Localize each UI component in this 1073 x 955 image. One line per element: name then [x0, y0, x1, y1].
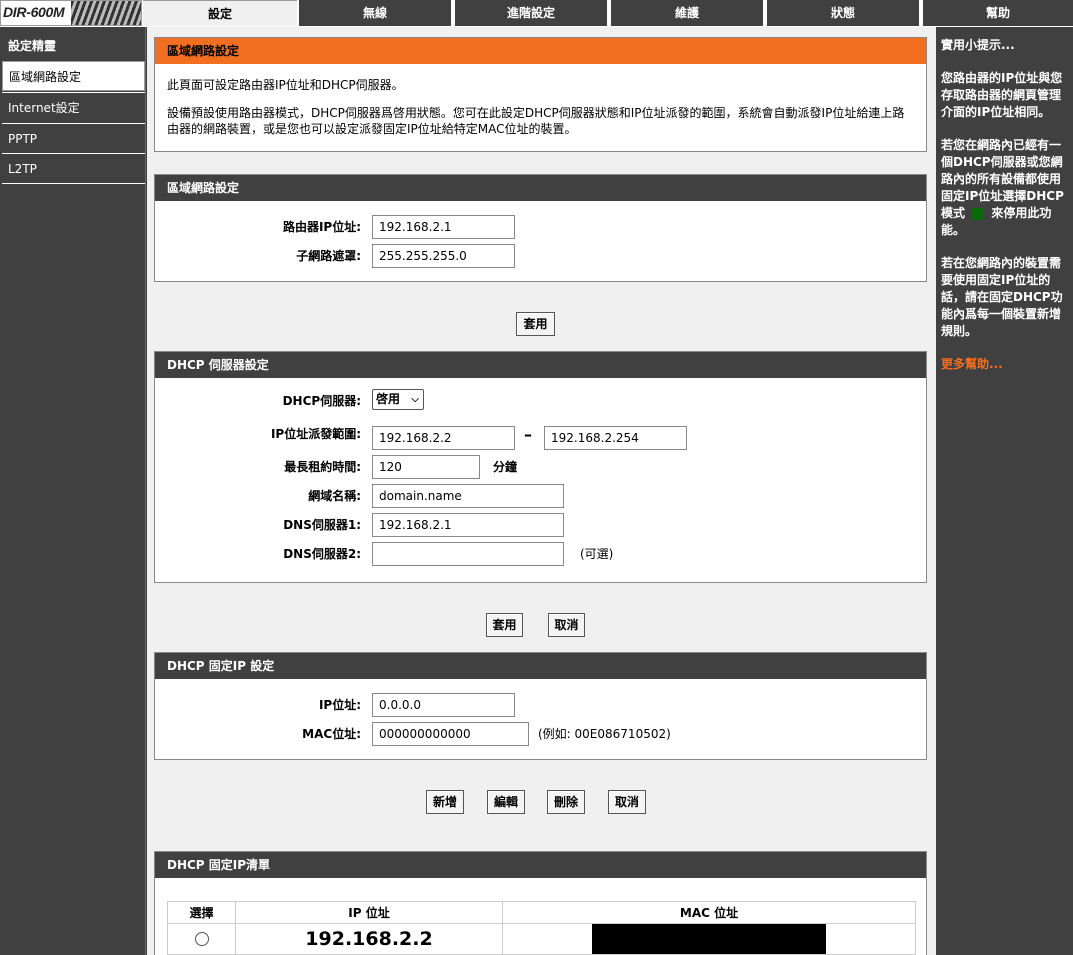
help-panel: 實用小提示... 您路由器的IP位址與您存取路由器的網頁管理介面的IP位址相同。… [936, 27, 1073, 955]
help-tip-3: 若在您網路內的裝置需要使用固定IP位址的話，請在固定DHCP功能內爲每一個裝置新… [941, 256, 1063, 338]
dns1-label: DNS伺服器1: [283, 518, 361, 532]
dhcp-server-value: 啓用 [376, 392, 401, 406]
top-nav: DIR-600M 設定 無線 進階設定 維護 狀態 幫助 [0, 0, 1073, 27]
logo-stripes [71, 1, 141, 25]
dns2-row: DNS伺服器2: (可選) [155, 542, 926, 566]
dhcp-server-box: DHCP 伺服器設定 DHCP伺服器: 啓用 ⌵ IP位址派發範圍: 192.1… [154, 351, 927, 583]
help-title: 實用小提示... [941, 38, 1015, 52]
dhcp-cancel-button[interactable]: 取消 [548, 613, 585, 637]
dns2-input[interactable] [372, 542, 564, 566]
dns2-label: DNS伺服器2: [283, 547, 361, 561]
help-tip-2: 若您在網路內已經有一個DHCP伺服器或您網路內的所有設備都使用固定IP位址選擇D… [941, 137, 1069, 239]
static-list-box: DHCP 固定IP清單 選擇 IP 位址 MAC 位址 192.168.2.2 [154, 851, 927, 955]
intro-box: 區域網路設定 此頁面可設定路由器IP位址和DHCP伺服器。 設備預設使用路由器模… [154, 37, 927, 152]
intro-title: 區域網路設定 [155, 38, 926, 64]
lan-settings-box: 區域網路設定 路由器IP位址: 192.168.2.1 子網路遮罩: 255.2… [154, 174, 927, 282]
static-mac-label: MAC位址: [302, 727, 361, 741]
table-row: 192.168.2.2 [167, 923, 916, 955]
router-ip-label: 路由器IP位址: [282, 220, 361, 234]
static-ip-label: IP位址: [318, 698, 361, 712]
help-tip-1: 您路由器的IP位址與您存取路由器的網頁管理介面的IP位址相同。 [941, 71, 1063, 119]
sidebar: 設定精靈 區域網路設定 Internet設定 PPTP L2TP [0, 27, 146, 955]
sidebar-item-internet[interactable]: Internet設定 [2, 92, 145, 122]
table-header-row: 選擇 IP 位址 MAC 位址 [167, 901, 916, 924]
lease-time-label: 最長租約時間: [284, 460, 361, 474]
domain-name-input[interactable]: domain.name [372, 484, 564, 508]
static-ip-title: DHCP 固定IP 設定 [155, 653, 926, 679]
router-ip-input[interactable]: 192.168.2.1 [372, 215, 515, 239]
row-ip: 192.168.2.2 [235, 923, 503, 955]
green-marker-icon [972, 207, 985, 220]
dhcp-server-label: DHCP伺服器: [282, 394, 361, 408]
sidebar-item-l2tp[interactable]: L2TP [2, 153, 145, 183]
intro-line-1: 此頁面可設定路由器IP位址和DHCP伺服器。 [167, 78, 404, 92]
ip-range-end-input[interactable]: 192.168.2.254 [544, 426, 687, 450]
static-mac-input[interactable]: 000000000000 [372, 722, 529, 746]
tab-status[interactable]: 狀態 [767, 0, 919, 26]
main-content: 區域網路設定 此頁面可設定路由器IP位址和DHCP伺服器。 設備預設使用路由器模… [147, 27, 936, 955]
domain-name-label: 網域名稱: [308, 489, 361, 503]
sidebar-item-pptp[interactable]: PPTP [2, 123, 145, 153]
ip-range-row: IP位址派發範圍: 192.168.2.2 – 192.168.2.254 [155, 425, 926, 450]
logo: DIR-600M [0, 0, 142, 26]
dns1-input[interactable]: 192.168.2.1 [372, 513, 564, 537]
lease-time-input[interactable]: 120 [372, 455, 480, 479]
static-ip-input[interactable]: 0.0.0.0 [372, 693, 515, 717]
ip-range-separator: – [524, 425, 532, 444]
static-cancel-button[interactable]: 取消 [608, 790, 646, 814]
subnet-mask-input[interactable]: 255.255.255.0 [372, 244, 515, 268]
chevron-down-icon: ⌵ [411, 394, 419, 405]
static-delete-button[interactable]: 刪除 [547, 790, 585, 814]
sidebar-item-lan[interactable]: 區域網路設定 [2, 61, 145, 91]
domain-name-row: 網域名稱: domain.name [155, 484, 926, 508]
ip-range-start-input[interactable]: 192.168.2.2 [372, 426, 515, 450]
static-list-title: DHCP 固定IP清單 [155, 852, 926, 878]
lan-settings-title: 區域網路設定 [155, 175, 926, 201]
static-edit-button[interactable]: 編輯 [487, 790, 525, 814]
subnet-mask-label: 子網路遮罩: [296, 249, 361, 263]
router-ip-row: 路由器IP位址: 192.168.2.1 [155, 215, 926, 239]
lease-time-unit: 分鐘 [493, 460, 518, 474]
logo-text: DIR-600M [3, 4, 65, 20]
row-mac-cell [502, 923, 916, 955]
lan-apply-button[interactable]: 套用 [516, 312, 555, 336]
intro-line-2: 設備預設使用路由器模式，DHCP伺服器爲啓用狀態。您可在此設定DHCP伺服器狀態… [167, 106, 905, 136]
col-select: 選擇 [167, 901, 236, 924]
dns2-optional-note: (可選) [580, 547, 614, 561]
tab-wireless[interactable]: 無線 [299, 0, 451, 26]
tab-help[interactable]: 幫助 [923, 0, 1073, 26]
dhcp-server-title: DHCP 伺服器設定 [155, 352, 926, 378]
tab-maintenance[interactable]: 維護 [611, 0, 763, 26]
dhcp-apply-button[interactable]: 套用 [486, 613, 523, 637]
subnet-mask-row: 子網路遮罩: 255.255.255.0 [155, 244, 926, 268]
static-mac-row: MAC位址: 000000000000 (例如: 00E086710502) [155, 722, 926, 746]
dhcp-server-row: DHCP伺服器: 啓用 ⌵ [155, 389, 926, 413]
row-mac [592, 924, 826, 954]
more-help-link[interactable]: 更多幫助... [941, 356, 1069, 373]
dns1-row: DNS伺服器1: 192.168.2.1 [155, 513, 926, 537]
col-ip: IP 位址 [235, 901, 503, 924]
static-ip-row: IP位址: 0.0.0.0 [155, 693, 926, 717]
row-radio[interactable] [194, 932, 209, 947]
sidebar-divider [2, 183, 145, 184]
lease-time-row: 最長租約時間: 120 分鐘 [155, 455, 926, 479]
static-ip-table: 選擇 IP 位址 MAC 位址 192.168.2.2 [167, 901, 916, 955]
static-ip-box: DHCP 固定IP 設定 IP位址: 0.0.0.0 MAC位址: 000000… [154, 652, 927, 760]
tab-advanced[interactable]: 進階設定 [455, 0, 607, 26]
col-mac: MAC 位址 [502, 901, 916, 924]
sidebar-title[interactable]: 設定精靈 [8, 37, 56, 54]
ip-range-label: IP位址派發範圍: [270, 427, 361, 441]
row-select-cell [167, 923, 236, 955]
tab-setup[interactable]: 設定 [143, 0, 297, 26]
mac-example-note: (例如: 00E086710502) [538, 727, 671, 741]
static-add-button[interactable]: 新增 [426, 790, 464, 814]
dhcp-server-select[interactable]: 啓用 ⌵ [372, 389, 424, 410]
